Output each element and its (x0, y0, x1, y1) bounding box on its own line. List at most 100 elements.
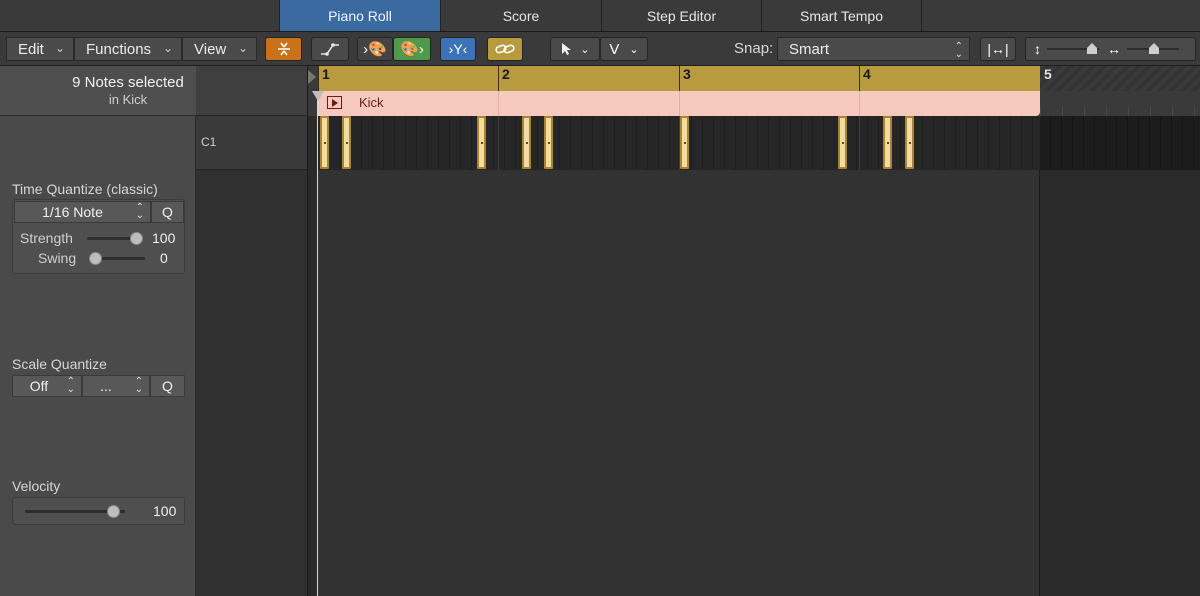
up-down-arrows-icon: ⌃ ⌄ (954, 41, 963, 60)
midi-note[interactable] (342, 116, 351, 169)
tab-smart-tempo[interactable]: Smart Tempo (761, 0, 922, 31)
bar-number-5: 5 (1044, 66, 1052, 82)
tab-piano-roll[interactable]: Piano Roll (279, 0, 440, 31)
velocity-value: 100 (153, 503, 177, 519)
filter-icon: ›Y‹ (448, 41, 468, 57)
fit-horizontal-button[interactable]: |↔| (980, 37, 1016, 61)
strength-slider[interactable] (87, 232, 143, 246)
bar-tick (859, 66, 860, 91)
piano-keyboard: C1 (196, 116, 308, 596)
midi-in-button[interactable]: ›🎨 (357, 37, 393, 61)
bar-line (859, 116, 860, 170)
grid-row-outside (1040, 116, 1200, 170)
snap-value: Smart (789, 40, 830, 58)
zoom-controls: ↕ ↔ (1025, 37, 1196, 61)
scale-root-value: Off (29, 378, 49, 394)
scale-type-select[interactable]: ... ⌃ ⌄ (82, 375, 150, 397)
chevron-down-icon: ⌄ (237, 41, 248, 55)
scale-root-select[interactable]: Off ⌃ ⌄ (12, 375, 82, 397)
bar-number-2: 2 (502, 66, 510, 82)
bar-number-1: 1 (322, 66, 330, 82)
scale-quantize-q-button[interactable]: Q (150, 375, 185, 397)
horizontal-zoom-icon: ↔ (1107, 41, 1121, 57)
scale-quantize-panel: Off ⌃ ⌄ ... ⌃ ⌄ Q (12, 375, 185, 400)
region-play-icon (327, 96, 342, 109)
note-grid[interactable] (308, 116, 1200, 596)
up-down-arrows-icon: ⌃ ⌄ (134, 376, 143, 395)
horizontal-zoom-slider[interactable] (1127, 42, 1179, 56)
midi-note[interactable] (838, 116, 847, 169)
bar-number-3: 3 (683, 66, 691, 82)
pointer-icon (562, 43, 572, 55)
link-button[interactable] (487, 37, 523, 61)
region-lane: Kick (308, 91, 1200, 116)
editor-tab-bar: Piano Roll Score Step Editor Smart Tempo (0, 0, 1200, 32)
velocity-slider[interactable] (25, 505, 125, 519)
catch-filter-button[interactable]: ›Y‹ (440, 37, 476, 61)
time-quantize-value: 1/16 Note (42, 204, 103, 220)
midi-note[interactable] (883, 116, 892, 169)
velocity-panel: 100 (12, 497, 185, 525)
playhead-line[interactable] (317, 91, 318, 596)
post-region-ticks (1040, 107, 1200, 116)
vertical-zoom-slider[interactable] (1047, 42, 1099, 56)
region-bar-line (498, 91, 499, 116)
strength-value: 100 (152, 230, 176, 246)
region-bar-line (859, 91, 860, 116)
scale-quantize-label: Scale Quantize (12, 356, 107, 372)
automation-curve-icon (321, 43, 339, 56)
time-quantize-select[interactable]: 1/16 Note ⌃ ⌄ (14, 201, 151, 223)
midi-out-button[interactable]: 🎨› (393, 37, 431, 61)
pointer-tool-menu[interactable]: ⌄ (550, 37, 600, 61)
bar-line (498, 116, 499, 170)
midi-note[interactable] (905, 116, 914, 169)
swing-slider[interactable] (89, 252, 145, 266)
ruler-out-of-region (1040, 66, 1200, 91)
ruler-corner (196, 66, 308, 116)
bar-tick (498, 66, 499, 91)
selection-header: 9 Notes selected in Kick (0, 66, 196, 116)
strength-label: Strength (20, 230, 73, 246)
midi-note[interactable] (544, 116, 553, 169)
functions-menu[interactable]: Functions ⌄ (74, 37, 182, 61)
midi-note[interactable] (477, 116, 486, 169)
snap-label: Snap: (734, 40, 774, 57)
q-label: Q (162, 378, 173, 394)
bar-tick (679, 66, 680, 91)
snap-select[interactable]: Smart ⌃ ⌄ (777, 37, 970, 61)
tab-step-editor[interactable]: Step Editor (601, 0, 761, 31)
chevron-down-icon: ⌄ (54, 41, 65, 55)
ruler-left-marker (308, 70, 316, 84)
chevron-down-icon: ⌄ (629, 43, 639, 56)
edit-menu[interactable]: Edit ⌄ (6, 37, 74, 61)
region-body (318, 116, 1040, 596)
piano-roll-toolbar: Edit ⌄ Functions ⌄ View ⌄ ›🎨 🎨› ›Y‹ ⌄ V … (0, 32, 1200, 66)
collapse-icon (277, 42, 290, 56)
tab-empty-left (0, 0, 279, 31)
palette-in-icon: ›🎨 (363, 41, 387, 58)
view-menu[interactable]: View ⌄ (182, 37, 257, 61)
midi-note[interactable] (320, 116, 329, 169)
chevron-down-icon: ⌄ (162, 41, 173, 55)
up-down-arrows-icon: ⌃ ⌄ (135, 202, 144, 221)
swing-value: 0 (160, 250, 168, 266)
bar-ruler[interactable]: 1 2 3 4 5 (308, 66, 1200, 91)
midi-note[interactable] (680, 116, 689, 169)
playhead-handle[interactable] (312, 91, 324, 101)
palette-out-icon: 🎨› (400, 41, 424, 58)
collapse-view-button[interactable] (265, 37, 302, 61)
bar-number-4: 4 (863, 66, 871, 82)
secondary-tool-menu[interactable]: V ⌄ (600, 37, 648, 61)
time-quantize-label: Time Quantize (classic) (12, 181, 158, 197)
vertical-zoom-icon: ↕ (1034, 41, 1041, 57)
key-note-label: C1 (201, 135, 217, 149)
midi-region-kick[interactable]: Kick (318, 91, 1040, 116)
region-name: Kick (359, 95, 384, 110)
link-icon (495, 44, 515, 54)
time-quantize-q-button[interactable]: Q (151, 201, 184, 223)
midi-note[interactable] (522, 116, 531, 169)
midi-draw-button[interactable] (311, 37, 349, 61)
q-label: Q (162, 204, 173, 220)
velocity-label: Velocity (12, 478, 61, 494)
tab-score[interactable]: Score (440, 0, 601, 31)
